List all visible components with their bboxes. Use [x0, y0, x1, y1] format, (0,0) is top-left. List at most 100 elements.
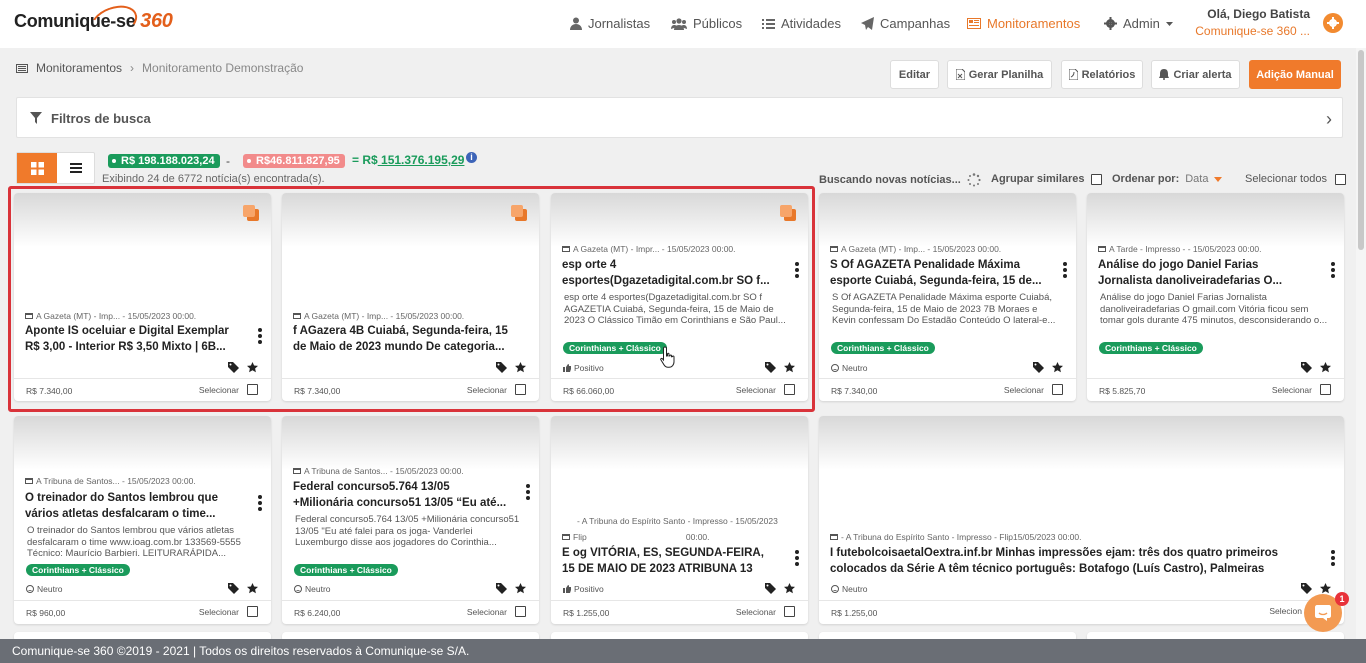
star-icon[interactable] — [1320, 362, 1331, 373]
news-card[interactable]: - A Tribuna do Espírito Santo - Impresso… — [551, 416, 808, 624]
card-thumbnail — [819, 193, 1076, 247]
tag-icon[interactable] — [1301, 362, 1312, 373]
group-similar-checkbox[interactable] — [1090, 173, 1102, 185]
card-title[interactable]: I futebolcoisaetalOextra.inf.br Minhas i… — [830, 545, 1304, 577]
nav-campanhas[interactable]: Campanhas — [861, 16, 950, 31]
select-checkbox[interactable] — [515, 606, 526, 617]
user-company[interactable]: Comunique-se 360 ... — [1195, 24, 1310, 38]
tag-icon[interactable] — [1033, 362, 1044, 373]
chevron-right-icon[interactable]: › — [1326, 109, 1332, 130]
tag-icon[interactable] — [765, 583, 776, 594]
star-icon[interactable] — [1320, 583, 1331, 594]
card-description: S Of AGAZETA Penalidade Máxima esporte C… — [832, 292, 1056, 326]
card-description: Análise do jogo Daniel Farias Jornalista… — [1100, 292, 1328, 326]
star-icon[interactable] — [784, 583, 795, 594]
card-price: R$ 5.825,70 — [1099, 386, 1146, 396]
grid-view-button[interactable] — [17, 153, 57, 183]
select-checkbox[interactable] — [1052, 384, 1063, 395]
search-filters-panel[interactable]: Filtros de busca › — [16, 97, 1343, 138]
generate-sheet-button[interactable]: Gerar Planilha — [947, 60, 1052, 89]
news-card[interactable]: A Tribuna de Santos... - 15/05/2023 00:0… — [282, 416, 539, 624]
more-options-icon[interactable] — [526, 484, 530, 500]
star-icon[interactable] — [1052, 362, 1063, 373]
tag-icon[interactable] — [1301, 583, 1312, 594]
select-label: Selecion — [1269, 606, 1302, 616]
list-view-button[interactable] — [57, 153, 95, 183]
nav-jornalistas[interactable]: Jornalistas — [570, 16, 650, 31]
page-scrollbar[interactable] — [1356, 48, 1366, 639]
newspaper-icon — [967, 18, 981, 29]
more-options-icon[interactable] — [1063, 262, 1067, 278]
card-title[interactable]: Análise do jogo Daniel Farias Jornalista… — [1098, 257, 1313, 289]
neutral-face-icon — [831, 585, 839, 593]
more-options-icon[interactable] — [1331, 550, 1335, 566]
nav-publicos[interactable]: Públicos — [671, 16, 742, 31]
news-card[interactable]: A Gazeta (MT) - Imp... - 15/05/2023 00:0… — [819, 193, 1076, 401]
select-all-checkbox[interactable] — [1334, 173, 1346, 185]
create-alert-button[interactable]: Criar alerta — [1151, 60, 1240, 89]
news-card-wide[interactable]: - A Tribuna do Espírito Santo - Impresso… — [819, 416, 1344, 624]
card-title[interactable]: O treinador do Santos lembrou que vários… — [25, 490, 240, 522]
card-tag[interactable]: Corinthians + Clássico — [1099, 342, 1203, 354]
card-price: R$ 1.255,00 — [563, 608, 610, 618]
star-icon[interactable] — [515, 583, 526, 594]
card-price: R$ 960,00 — [26, 608, 66, 618]
nav-atividades[interactable]: Atividades — [762, 16, 841, 31]
star-icon[interactable] — [247, 583, 258, 594]
card-description: Federal concurso5.764 13/05 +Milionária … — [295, 514, 520, 548]
sentiment-label: Neutro — [37, 584, 63, 594]
breadcrumb-root[interactable]: Monitoramentos — [36, 61, 122, 75]
card-tag[interactable]: Corinthians + Clássico — [26, 564, 130, 576]
select-checkbox[interactable] — [784, 606, 795, 617]
select-checkbox[interactable] — [247, 606, 258, 617]
newspaper-icon — [25, 478, 33, 484]
breadcrumb: Monitoramentos › Monitoramento Demonstra… — [16, 61, 303, 75]
edit-button[interactable]: Editar — [890, 60, 939, 89]
card-thumbnail — [819, 416, 1344, 470]
reports-button[interactable]: Relatórios — [1061, 60, 1143, 89]
newspaper-icon — [1098, 246, 1106, 252]
info-icon[interactable]: i — [466, 152, 477, 163]
card-footer — [1087, 378, 1344, 379]
card-source: A Tarde - Impresso - - 15/05/2023 00:00. — [1109, 244, 1262, 254]
card-thumbnail — [1087, 193, 1344, 247]
tag-icon[interactable] — [228, 583, 239, 594]
card-sentiment: Neutro — [294, 584, 331, 594]
card-price: R$ 7.340,00 — [831, 386, 878, 396]
more-options-icon[interactable] — [1331, 262, 1335, 278]
select-checkbox[interactable] — [1320, 384, 1331, 395]
settings-button[interactable] — [1323, 13, 1343, 33]
nav-admin[interactable]: Admin — [1104, 16, 1173, 31]
card-actions — [765, 583, 795, 594]
card-select: Selecion — [1269, 606, 1302, 616]
breadcrumb-current: Monitoramento Demonstração — [142, 61, 304, 75]
order-by-select[interactable]: Data — [1185, 173, 1208, 185]
news-card[interactable]: A Tribuna de Santos... - 15/05/2023 00:0… — [14, 416, 271, 624]
select-label: Selecionar — [735, 606, 776, 617]
nav-monitoramentos[interactable]: Monitoramentos — [967, 16, 1080, 31]
card-tag[interactable]: Corinthians + Clássico — [294, 564, 398, 576]
card-tag[interactable]: Corinthians + Clássico — [831, 342, 935, 354]
total-amount: 151.376.195,29 — [377, 153, 465, 167]
brand-logo[interactable]: Comunique-se 360 — [14, 0, 173, 45]
news-card[interactable]: A Tarde - Impresso - - 15/05/2023 00:00.… — [1087, 193, 1344, 401]
card-meta: A Tarde - Impresso - - 15/05/2023 00:00. — [1098, 244, 1261, 254]
card-meta: - A Tribuna do Espírito Santo - Impresso… — [830, 532, 1082, 542]
card-title[interactable]: Federal concurso5.764 13/05 +Milionária … — [293, 479, 508, 511]
select-label: Selecionar — [1271, 384, 1312, 395]
card-actions — [1301, 583, 1331, 594]
card-title[interactable]: S Of AGAZETA Penalidade Máxima esporte C… — [830, 257, 1045, 289]
bell-icon — [1159, 69, 1170, 80]
user-greeting: Olá, Diego Batista — [1207, 7, 1310, 21]
more-options-icon[interactable] — [795, 550, 799, 566]
card-title[interactable]: E og VITÓRIA, ES, SEGUNDA-FEIRA, 15 DE M… — [562, 545, 777, 577]
caret-down-icon[interactable] — [1214, 176, 1223, 182]
card-sentiment: Neutro — [26, 584, 63, 594]
tag-icon[interactable] — [496, 583, 507, 594]
card-price: R$ 6.240,00 — [294, 608, 341, 618]
newspaper-icon — [293, 468, 301, 474]
card-sentiment: Neutro — [831, 363, 868, 373]
card-footer — [819, 600, 1344, 601]
manual-add-button[interactable]: Adição Manual — [1249, 60, 1341, 89]
more-options-icon[interactable] — [258, 495, 262, 511]
